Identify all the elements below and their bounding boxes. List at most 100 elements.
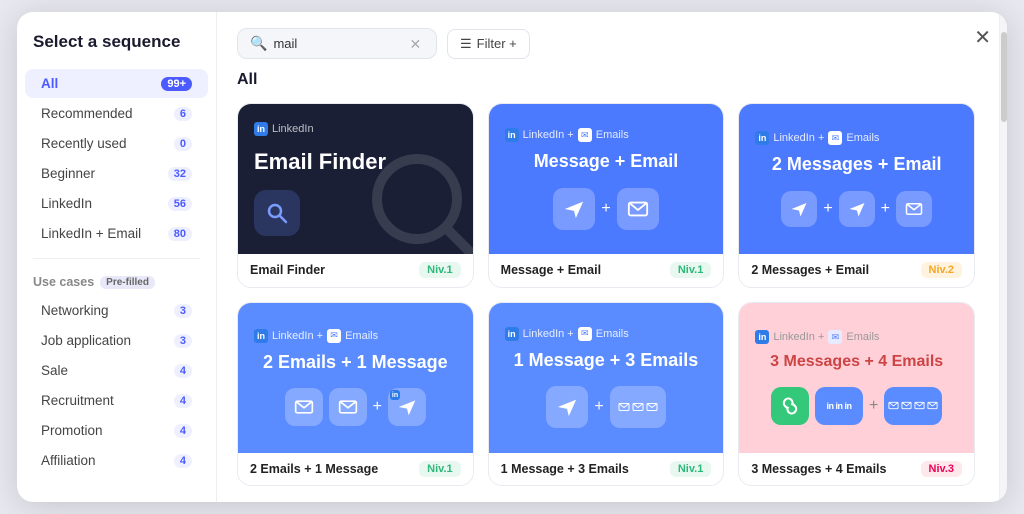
search-wrap: 🔍 ✕ — [237, 28, 437, 59]
card-platform: in LinkedIn — [254, 122, 457, 136]
sidebar-item-recruitment[interactable]: Recruitment 4 — [25, 386, 208, 415]
card-platform: in LinkedIn + ✉ Emails — [505, 128, 708, 142]
card-icons — [254, 190, 300, 236]
sidebar-item-affiliation[interactable]: Affiliation 4 — [25, 446, 208, 475]
sidebar-item-all[interactable]: All 99+ — [25, 69, 208, 98]
search-bar: 🔍 ✕ ☰ Filter + — [237, 28, 979, 59]
scrollbar-thumb[interactable] — [1001, 32, 1007, 122]
plus-icon: + — [594, 398, 603, 416]
sidebar-item-all-label: All — [41, 76, 58, 91]
linkedin-icon: in — [254, 122, 268, 136]
card-title: Message + Email — [534, 150, 679, 173]
search-icon: 🔍 — [250, 35, 267, 52]
sidebar-item-job-application[interactable]: Job application 3 — [25, 326, 208, 355]
plus-icon2: + — [881, 200, 890, 218]
card-1-message-3-emails[interactable]: in LinkedIn + ✉ Emails 1 Message + 3 Ema… — [488, 302, 725, 487]
email-icon: ✉ — [828, 330, 842, 344]
card-footer: Message + Email Niv.1 — [489, 254, 724, 286]
card-title: 1 Message + 3 Emails — [514, 349, 699, 372]
card-name-label: Message + Email — [501, 263, 601, 277]
sidebar-item-linkedin-count: 56 — [168, 197, 192, 211]
card-name-label: Email Finder — [250, 263, 325, 277]
sidebar-item-beginner-label: Beginner — [41, 166, 95, 181]
linkedin-icon: in — [254, 329, 268, 343]
card-platform: in LinkedIn + ✉ Emails — [755, 131, 958, 145]
use-cases-label: Use cases Pre-filled — [17, 269, 216, 295]
send-icon2 — [839, 191, 875, 227]
email-icon: ✉ — [578, 128, 592, 142]
linkedin-small-icon: in — [390, 390, 400, 400]
sidebar-item-recently-used-label: Recently used — [41, 136, 127, 151]
filter-button[interactable]: ☰ Filter + — [447, 29, 530, 59]
sidebar-item-sale[interactable]: Sale 4 — [25, 356, 208, 385]
linkedin-icon: in — [755, 131, 769, 145]
main-content: 🔍 ✕ ☰ Filter + All in LinkedIn — [217, 12, 999, 502]
sidebar-item-all-count: 99+ — [161, 77, 192, 91]
card-level-badge: Niv.1 — [670, 262, 711, 278]
sidebar-item-recently-used-count: 0 — [174, 137, 192, 151]
search-icon — [254, 190, 300, 236]
clear-search-button[interactable]: ✕ — [409, 37, 421, 51]
send-icon — [546, 386, 588, 428]
filter-label: Filter + — [477, 36, 517, 51]
card-icons: + — [546, 386, 665, 428]
search-input[interactable] — [273, 36, 403, 51]
sidebar-item-recommended-count: 6 — [174, 107, 192, 121]
close-button[interactable]: ✕ — [974, 28, 991, 48]
emails4-icon — [884, 387, 942, 425]
sidebar-item-beginner[interactable]: Beginner 32 — [25, 159, 208, 188]
card-level-badge: Niv.1 — [670, 461, 711, 477]
cards-grid: in LinkedIn Email Finder — [237, 103, 979, 486]
plus-icon: + — [601, 200, 610, 218]
sidebar-item-linkedin-email-count: 80 — [168, 227, 192, 241]
card-platform: in LinkedIn + ✉ Emails — [505, 327, 708, 341]
card-footer: 3 Messages + 4 Emails Niv.3 — [739, 453, 974, 485]
sidebar-item-beginner-count: 32 — [168, 167, 192, 181]
linkedin-icon: in — [505, 327, 519, 341]
card-message-email[interactable]: in LinkedIn + ✉ Emails Message + Email + — [488, 103, 725, 288]
sidebar-item-linkedin-email[interactable]: LinkedIn + Email 80 — [25, 219, 208, 248]
card-level-badge: Niv.2 — [921, 262, 962, 278]
card-footer: Email Finder Niv.1 — [238, 254, 473, 286]
linkedin-icon: in — [505, 128, 519, 142]
card-name-label: 1 Message + 3 Emails — [501, 462, 629, 476]
card-title: 2 Emails + 1 Message — [263, 351, 448, 374]
sidebar-item-linkedin[interactable]: LinkedIn 56 — [25, 189, 208, 218]
plus-icon: + — [869, 397, 878, 415]
sidebar-divider — [33, 258, 200, 259]
sidebar-item-recommended[interactable]: Recommended 6 — [25, 99, 208, 128]
sidebar-item-linkedin-label: LinkedIn — [41, 196, 92, 211]
card-title: 2 Messages + Email — [772, 153, 942, 176]
select-sequence-modal: ✕ Select a sequence All 99+ Recommended … — [17, 12, 1007, 502]
card-platform: in LinkedIn + ✉ Emails — [755, 330, 958, 344]
card-icons: in in in + — [771, 387, 942, 425]
send3-icon: in in in — [815, 387, 863, 425]
card-3-messages-4-emails[interactable]: in LinkedIn + ✉ Emails 3 Messages + 4 Em… — [738, 302, 975, 487]
sidebar-item-recently-used[interactable]: Recently used 0 — [25, 129, 208, 158]
sidebar-item-promotion[interactable]: Promotion 4 — [25, 416, 208, 445]
section-title: All — [237, 71, 979, 89]
email-icon: ✉ — [578, 327, 592, 341]
card-icons: + in — [285, 388, 426, 426]
email-icon: ✉ — [828, 131, 842, 145]
email-icon1 — [285, 388, 323, 426]
email-icon — [617, 188, 659, 230]
sidebar-item-linkedin-email-label: LinkedIn + Email — [41, 226, 141, 241]
link-icon — [771, 387, 809, 425]
card-level-badge: Niv.1 — [419, 262, 460, 278]
card-footer: 1 Message + 3 Emails Niv.1 — [489, 453, 724, 485]
plus-icon: + — [373, 398, 382, 416]
scrollbar-track[interactable] — [999, 12, 1007, 502]
send-icon: in — [388, 388, 426, 426]
card-icons: + + — [781, 191, 932, 227]
linkedin-icon: in — [755, 330, 769, 344]
card-name-label: 2 Emails + 1 Message — [250, 462, 378, 476]
sidebar-item-networking[interactable]: Networking 3 — [25, 296, 208, 325]
card-2-emails-1-message[interactable]: in LinkedIn + ✉ Emails 2 Emails + 1 Mess… — [237, 302, 474, 487]
card-level-badge: Niv.3 — [921, 461, 962, 477]
prefilled-badge: Pre-filled — [100, 276, 155, 289]
card-level-badge: Niv.1 — [419, 461, 460, 477]
card-2-messages-1-email[interactable]: in LinkedIn + ✉ Emails 2 Messages + Emai… — [738, 103, 975, 288]
card-email-finder[interactable]: in LinkedIn Email Finder — [237, 103, 474, 288]
emails3-icon — [610, 386, 666, 428]
